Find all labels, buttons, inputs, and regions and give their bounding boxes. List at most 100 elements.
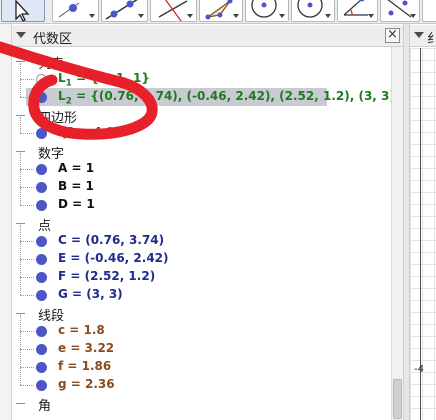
tree-connector (20, 79, 34, 80)
algebra-item-row[interactable]: L1 = {1, 1, 1} (20, 70, 326, 88)
circle-center-point-tool-button[interactable] (291, 0, 335, 22)
visibility-toggle-icon[interactable] (36, 272, 47, 283)
algebra-item-row[interactable]: f = 1.86 (20, 358, 326, 376)
collapse-triangle-icon[interactable] (414, 32, 424, 38)
algebra-item-value[interactable]: L1 = {1, 1, 1} (58, 71, 150, 88)
category-toggle[interactable] (16, 403, 25, 404)
point-tool-icon (58, 2, 80, 18)
tree-guide-line (20, 63, 21, 97)
line-tool-button[interactable] (101, 0, 148, 22)
visibility-toggle-icon[interactable] (36, 326, 47, 337)
tree-connector (20, 187, 34, 188)
algebra-item-row[interactable]: D = 1 (20, 196, 326, 214)
visibility-toggle-icon[interactable] (36, 128, 47, 139)
polygon-tool-icon (205, 0, 233, 20)
category-toggle[interactable] (16, 61, 25, 62)
algebra-item-row[interactable]: E = (-0.46, 2.42) (20, 250, 326, 268)
algebra-item-row[interactable]: q1 = 4.9 (20, 124, 326, 142)
panel-splitter[interactable] (403, 24, 410, 420)
chevron-down-icon[interactable] (325, 14, 331, 18)
visibility-toggle-icon[interactable] (36, 200, 47, 211)
tree-connector (20, 241, 34, 242)
category-toggle[interactable] (16, 313, 25, 314)
perpendicular-line-tool-button[interactable] (150, 0, 197, 22)
chevron-down-icon[interactable] (233, 14, 239, 18)
circle-center-point-tool-icon (297, 0, 323, 18)
chevron-down-icon[interactable] (89, 14, 95, 18)
more-tools-button[interactable] (422, 0, 436, 22)
chevron-down-icon[interactable] (279, 14, 285, 18)
visibility-toggle-icon[interactable] (36, 380, 47, 391)
scrollbar-thumb[interactable] (393, 379, 402, 419)
angle-tool-button[interactable] (337, 0, 378, 22)
angle-tool-icon (343, 0, 368, 16)
line-tool-icon (105, 0, 138, 20)
tree-connector (20, 97, 34, 98)
tree-connector (20, 367, 34, 368)
visibility-toggle-icon[interactable] (36, 362, 47, 373)
algebra-item-value[interactable]: G = (3, 3) (58, 287, 123, 301)
algebra-item-row[interactable]: C = (0.76, 3.74) (20, 232, 326, 250)
algebra-item-row[interactable]: L2 = {(0.76, 3.74), (-0.46, 2.42), (2.52… (20, 88, 403, 106)
tree-connector (20, 259, 34, 260)
polygon-tool-button[interactable] (199, 0, 243, 22)
visibility-toggle-icon[interactable] (36, 74, 47, 85)
category-toggle[interactable] (16, 223, 25, 224)
circle-tool-button[interactable] (245, 0, 289, 22)
algebra-item-value[interactable]: C = (0.76, 3.74) (58, 233, 164, 247)
tree-guide-line (20, 117, 21, 133)
algebra-item-row[interactable]: e = 3.22 (20, 340, 326, 358)
chevron-down-icon[interactable] (368, 14, 374, 18)
algebra-item-value[interactable]: q1 = 4.9 (58, 125, 115, 139)
algebra-item-value[interactable]: E = (-0.46, 2.42) (58, 251, 169, 265)
algebra-item-row[interactable]: F = (2.52, 1.2) (20, 268, 326, 286)
algebra-view-title: 代数区 (33, 32, 73, 47)
visibility-toggle-icon[interactable] (36, 164, 47, 175)
algebra-item-row[interactable]: c = 1.8 (20, 322, 326, 340)
algebra-item-row[interactable]: G = (3, 3) (20, 286, 326, 304)
visibility-toggle-icon[interactable] (36, 344, 47, 355)
graphics-view-header: 纟 (410, 25, 436, 47)
algebra-item-value[interactable]: e = 3.22 (58, 341, 114, 355)
tree-connector (20, 277, 34, 278)
visibility-toggle-icon[interactable] (36, 92, 47, 103)
algebra-item-value[interactable]: L2 = {(0.76, 3.74), (-0.46, 2.42), (2.52… (58, 89, 403, 106)
toolbar (0, 0, 436, 24)
algebra-item-value[interactable]: f = 1.86 (58, 359, 111, 373)
category-label: 角 (38, 399, 52, 414)
category-toggle[interactable] (16, 151, 25, 152)
algebra-item-row[interactable]: A = 1 (20, 160, 326, 178)
chevron-down-icon[interactable] (410, 14, 416, 18)
algebra-view-header: 代数区 × (12, 25, 403, 47)
visibility-toggle-icon[interactable] (36, 254, 47, 265)
tree-connector (20, 295, 34, 296)
reflect-tool-icon (387, 0, 412, 18)
algebra-item-value[interactable]: g = 2.36 (58, 377, 115, 391)
algebra-scrollbar[interactable] (391, 47, 403, 420)
algebra-item-row[interactable]: g = 2.36 (20, 376, 326, 394)
tree-connector (20, 385, 34, 386)
reflect-tool-button[interactable] (380, 0, 420, 22)
tree-connector (20, 349, 34, 350)
graphics-view-title: 纟 (427, 32, 436, 47)
collapse-triangle-icon[interactable] (16, 32, 26, 38)
point-tool-button[interactable] (52, 0, 99, 22)
tree-connector (20, 331, 34, 332)
move-tool-icon (15, 0, 30, 22)
algebra-item-row[interactable]: B = 1 (20, 178, 326, 196)
move-tool-button[interactable] (1, 0, 45, 22)
chevron-down-icon[interactable] (187, 14, 193, 18)
category-toggle[interactable] (16, 115, 25, 116)
algebra-item-value[interactable]: B = 1 (58, 179, 94, 193)
close-button[interactable]: × (385, 28, 400, 43)
tree-guide-line (20, 225, 21, 295)
visibility-toggle-icon[interactable] (36, 290, 47, 301)
algebra-item-value[interactable]: A = 1 (58, 161, 94, 175)
visibility-toggle-icon[interactable] (36, 182, 47, 193)
algebra-item-value[interactable]: F = (2.52, 1.2) (58, 269, 155, 283)
chevron-down-icon[interactable] (138, 14, 144, 18)
algebra-item-value[interactable]: c = 1.8 (58, 323, 105, 337)
visibility-toggle-icon[interactable] (36, 236, 47, 247)
tree-connector (20, 169, 34, 170)
algebra-item-value[interactable]: D = 1 (58, 197, 95, 211)
